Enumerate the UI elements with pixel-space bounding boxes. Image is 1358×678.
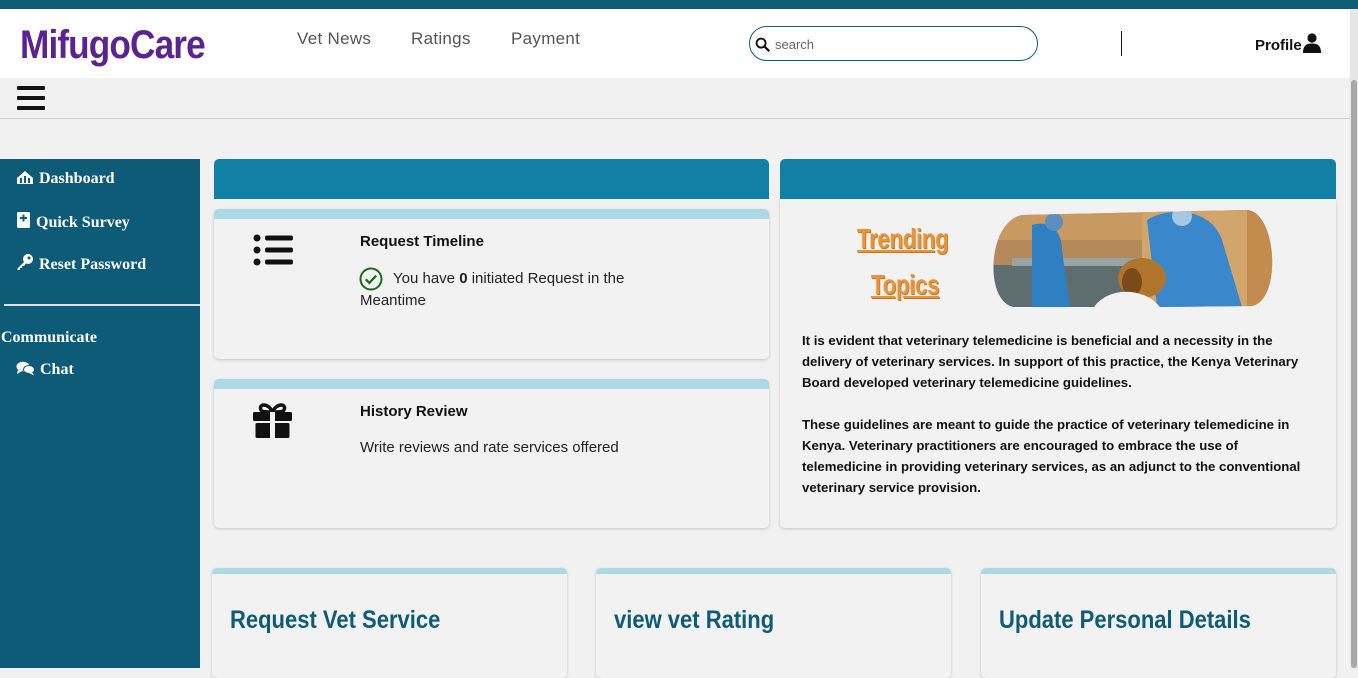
- top-accent-strip: [0, 0, 1358, 9]
- sidebar-divider: [4, 304, 200, 306]
- request-text-after: initiated Request in the: [471, 270, 625, 287]
- right-panel-header: [780, 159, 1336, 199]
- gift-icon: [253, 403, 292, 438]
- sidebar-item-dashboard[interactable]: Dashboard: [16, 170, 115, 188]
- trending-paragraph-2: These guidelines are meant to guide the …: [802, 417, 1301, 495]
- nav-link-payment[interactable]: Payment: [511, 29, 580, 49]
- request-vet-service-card[interactable]: Request Vet Service: [212, 568, 567, 678]
- vet-telemedicine-image: [993, 210, 1273, 307]
- history-review-title: History Review: [360, 403, 468, 420]
- update-personal-details-title[interactable]: Update Personal Details: [999, 606, 1251, 635]
- nav-divider: [1121, 31, 1122, 56]
- nav-link-vet-news[interactable]: Vet News: [297, 29, 371, 49]
- sidebar-item-quick-survey[interactable]: Quick Survey: [16, 211, 130, 232]
- menu-toggle-bar: [0, 78, 1350, 119]
- user-icon[interactable]: [1303, 33, 1321, 53]
- card-accent-bar: [596, 568, 951, 574]
- chat-icon: [16, 361, 35, 376]
- card-accent-bar: [214, 379, 769, 389]
- trending-title-line2[interactable]: Topics: [871, 269, 940, 301]
- trending-topics-card: Trending Topics It is evident that veter…: [780, 199, 1336, 528]
- sidebar-item-reset-password[interactable]: Reset Password: [16, 253, 146, 274]
- page-scrollbar-thumb[interactable]: [1351, 80, 1357, 668]
- trending-paragraph-1: It is evident that veterinary telemedici…: [802, 333, 1299, 390]
- key-icon: [17, 254, 33, 270]
- card-accent-bar: [981, 568, 1336, 574]
- search-input[interactable]: search: [749, 26, 1038, 61]
- left-panel-header: [214, 159, 769, 199]
- hamburger-menu-icon[interactable]: [17, 86, 45, 110]
- sidebar-item-label: Chat: [40, 361, 74, 378]
- brand-logo[interactable]: MifugoCare: [20, 23, 206, 68]
- history-review-card[interactable]: History Review Write reviews and rate se…: [214, 379, 769, 528]
- sidebar-section-heading: Communicate: [1, 329, 97, 346]
- nav-link-ratings[interactable]: Ratings: [411, 29, 471, 49]
- survey-icon: [17, 212, 30, 228]
- sidebar: Dashboard Quick Survey Reset Password Co…: [0, 159, 200, 668]
- view-vet-rating-title[interactable]: view vet Rating: [614, 606, 774, 635]
- search-placeholder: search: [775, 37, 815, 52]
- request-count-text: You have 0 initiated Request in the: [393, 268, 624, 290]
- request-timeline-title: Request Timeline: [360, 233, 484, 250]
- update-personal-details-card[interactable]: Update Personal Details: [981, 568, 1336, 678]
- request-count-text-line2: Meantime: [360, 292, 426, 309]
- sidebar-item-label: Reset Password: [39, 256, 147, 273]
- history-review-text: Write reviews and rate services offered: [360, 439, 619, 456]
- list-icon: [253, 234, 293, 266]
- sidebar-item-chat[interactable]: Chat: [16, 361, 74, 379]
- check-circle-icon: [359, 267, 383, 291]
- request-vet-service-title[interactable]: Request Vet Service: [230, 606, 440, 635]
- view-vet-rating-card[interactable]: view vet Rating: [596, 568, 951, 678]
- card-accent-bar: [212, 568, 567, 574]
- sidebar-item-label: Dashboard: [39, 170, 115, 187]
- trending-title-line1[interactable]: Trending: [857, 223, 949, 255]
- request-timeline-card[interactable]: Request Timeline You have 0 initiated Re…: [214, 209, 769, 359]
- profile-link[interactable]: Profile: [1255, 37, 1302, 54]
- request-text-before: You have: [393, 270, 456, 287]
- request-count: 0: [459, 270, 468, 287]
- dashboard-icon: [17, 171, 33, 184]
- sidebar-item-label: Quick Survey: [36, 214, 130, 231]
- card-accent-bar: [214, 209, 769, 219]
- search-icon: [755, 37, 770, 52]
- top-navbar: MifugoCare Vet News Ratings Payment sear…: [0, 9, 1350, 78]
